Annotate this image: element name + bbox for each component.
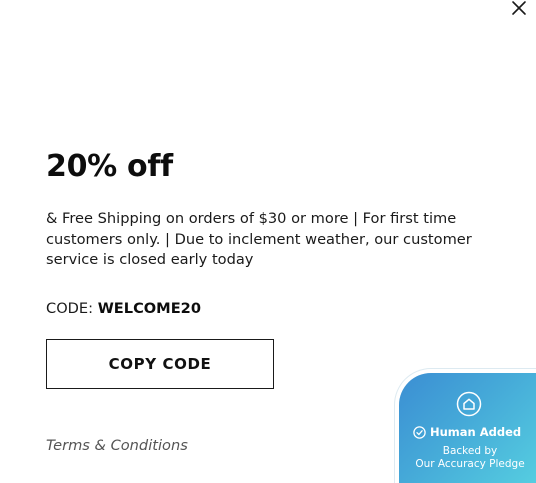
close-icon bbox=[512, 1, 526, 15]
badge-title: Human Added bbox=[430, 425, 522, 439]
promo-headline: 20% off bbox=[46, 149, 173, 184]
badge-title-row: Human Added bbox=[413, 425, 533, 439]
close-button[interactable] bbox=[508, 0, 530, 22]
check-circle-icon bbox=[413, 425, 426, 439]
badge-subtitle-line1: Backed by bbox=[442, 445, 498, 457]
promo-description: & Free Shipping on orders of $30 or more… bbox=[46, 210, 472, 268]
code-value: WELCOME20 bbox=[97, 300, 201, 317]
promo-code-line: CODE: WELCOME20 bbox=[46, 299, 201, 319]
badge-panel: Human Added Backed by Our Accuracy Pledg… bbox=[399, 373, 536, 483]
terms-conditions-link[interactable]: Terms & Conditions bbox=[46, 436, 188, 456]
accuracy-pledge-badge[interactable]: Human Added Backed by Our Accuracy Pledg… bbox=[395, 369, 536, 483]
copy-code-button[interactable]: COPY CODE bbox=[46, 339, 274, 389]
badge-subtitle: Backed by Our Accuracy Pledge bbox=[399, 445, 536, 470]
code-label: CODE: bbox=[46, 300, 94, 317]
badge-subtitle-line2: Our Accuracy Pledge bbox=[415, 457, 525, 470]
house-icon bbox=[456, 391, 482, 417]
